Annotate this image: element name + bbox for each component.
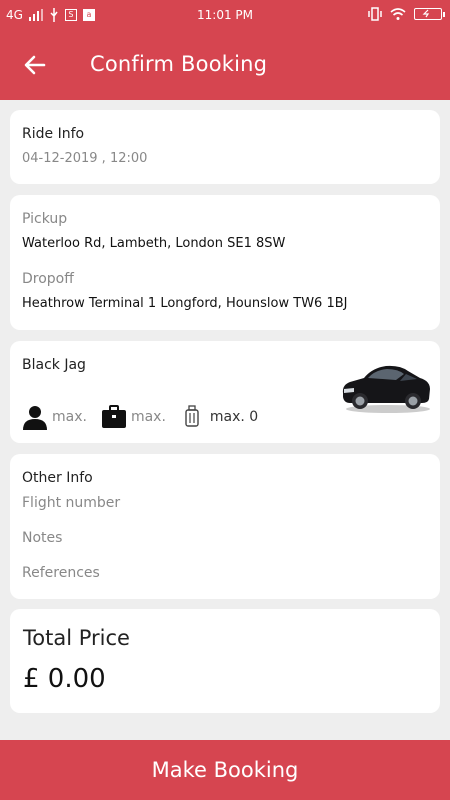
page-title: Confirm Booking <box>90 52 268 76</box>
total-price-card: Total Price £ 0.00 <box>10 609 440 713</box>
vehicle-capacity-row: max. max. max. 0 <box>22 404 272 430</box>
car-image <box>342 365 430 413</box>
locations-card: Pickup Waterloo Rd, Lambeth, London SE1 … <box>10 195 440 330</box>
battery-icon <box>414 8 445 20</box>
other-info-card: Other Info Flight number Notes Reference… <box>10 454 440 599</box>
dropoff-label: Dropoff <box>22 271 74 287</box>
dropoff-address: Heathrow Terminal 1 Longford, Hounslow T… <box>22 296 348 311</box>
other-info-title: Other Info <box>22 470 93 486</box>
luggage-icon <box>101 405 127 429</box>
references-field[interactable]: References <box>22 565 100 581</box>
status-bar: 4G S a 11:01 PM <box>0 0 450 32</box>
app-bar: Confirm Booking <box>0 32 450 100</box>
hand-luggage-icon <box>184 405 200 429</box>
notes-field[interactable]: Notes <box>22 530 62 546</box>
luggage-max: max. <box>130 409 166 425</box>
ride-datetime: 04-12-2019 , 12:00 <box>22 151 148 166</box>
vehicle-card: Black Jag max. max. max. 0 <box>10 341 440 443</box>
vehicle-name: Black Jag <box>22 357 86 373</box>
status-right <box>368 7 445 21</box>
passengers-max: max. <box>52 409 87 425</box>
ride-info-label: Ride Info <box>22 126 85 142</box>
total-price-label: Total Price <box>23 626 130 650</box>
wifi-icon <box>390 8 406 20</box>
make-booking-button[interactable]: Make Booking <box>0 740 450 800</box>
vibrate-icon <box>368 7 382 21</box>
hand-luggage-max: max. 0 <box>209 409 259 425</box>
passenger-icon <box>22 404 48 430</box>
total-price-value: £ 0.00 <box>23 664 106 694</box>
pickup-label: Pickup <box>22 211 68 227</box>
arrow-left-icon[interactable] <box>22 52 48 78</box>
pickup-address: Waterloo Rd, Lambeth, London SE1 8SW <box>22 236 286 251</box>
ride-info-card: Ride Info 04-12-2019 , 12:00 <box>10 110 440 184</box>
flight-number-field[interactable]: Flight number <box>22 495 120 511</box>
